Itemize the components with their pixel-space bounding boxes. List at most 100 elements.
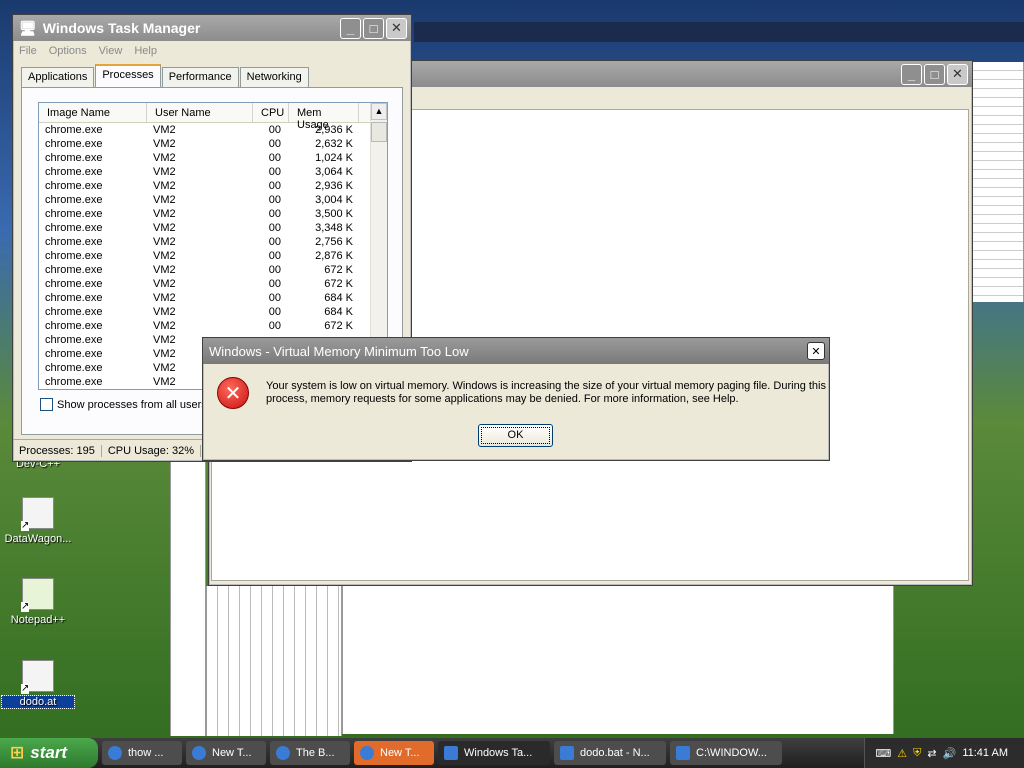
network-icon[interactable]: ⇄ — [927, 747, 936, 760]
close-button[interactable]: ✕ — [947, 63, 968, 85]
error-dialog[interactable]: Windows - Virtual Memory Minimum Too Low… — [202, 337, 830, 461]
mem-usage-cell: 672 K — [324, 278, 353, 290]
background-window-strip — [206, 586, 342, 736]
background-window-strip — [170, 440, 206, 736]
desktop-icon-label: Notepad++ — [10, 614, 66, 626]
table-row[interactable]: chrome.exe VM2 00 684 K — [39, 291, 387, 305]
error-icon: ✕ — [217, 377, 249, 409]
process-name-cell: chrome.exe — [45, 362, 103, 374]
user-name-cell: VM2 — [153, 236, 176, 248]
shield-icon[interactable]: ⛨ — [913, 747, 921, 760]
user-name-cell: VM2 — [153, 124, 176, 136]
mem-usage-cell: 2,756 K — [315, 236, 353, 248]
minimize-button[interactable]: _ — [901, 63, 922, 85]
task-label: C:\WINDOW... — [696, 747, 767, 759]
maximize-button[interactable]: □ — [924, 63, 945, 85]
desktop-icon-datawagon[interactable]: DataWagon... — [2, 497, 74, 545]
column-cpu[interactable]: CPU — [253, 103, 289, 122]
ok-button[interactable]: OK — [478, 424, 553, 447]
cpu-cell: 00 — [268, 152, 281, 164]
table-row[interactable]: chrome.exe VM2 00 1,024 K — [39, 151, 387, 165]
show-all-processes-option[interactable]: Show processes from all users — [40, 398, 207, 411]
dialog-title: Windows - Virtual Memory Minimum Too Low — [209, 343, 469, 359]
task-label: thow ... — [128, 747, 164, 759]
taskbar-task-button[interactable]: New T... — [186, 741, 266, 765]
desktop-icon-dodo[interactable]: dodo.at — [1, 660, 75, 709]
cpu-cell: 00 — [268, 208, 281, 220]
taskbar-task-button[interactable]: C:\WINDOW... — [670, 741, 782, 765]
tab-networking[interactable]: Networking — [239, 67, 309, 87]
user-name-cell: VM2 — [153, 152, 176, 164]
table-row[interactable]: chrome.exe VM2 00 3,348 K — [39, 221, 387, 235]
task-label: The B... — [296, 747, 335, 759]
cpu-cell: 00 — [268, 306, 281, 318]
taskbar-task-button[interactable]: New T... — [354, 741, 434, 765]
column-mem-usage[interactable]: Mem Usage — [289, 103, 359, 131]
scroll-up-arrow-icon[interactable]: ▲ — [371, 103, 387, 120]
dialog-title-bar[interactable]: Windows - Virtual Memory Minimum Too Low… — [203, 338, 829, 364]
desktop-icon-notepadpp[interactable]: Notepad++ — [2, 578, 74, 626]
cpu-cell: 00 — [268, 166, 281, 178]
process-name-cell: chrome.exe — [45, 278, 103, 290]
column-user-name[interactable]: User Name — [147, 103, 253, 122]
menu-view[interactable]: View — [99, 45, 123, 57]
warning-icon[interactable]: ⚠ — [897, 747, 907, 760]
cpu-cell: 00 — [268, 320, 281, 332]
close-button[interactable]: ✕ — [386, 17, 407, 39]
table-row[interactable]: chrome.exe VM2 00 672 K — [39, 319, 387, 333]
table-row[interactable]: chrome.exe VM2 00 2,632 K — [39, 137, 387, 151]
task-manager-icon — [444, 746, 458, 760]
cpu-cell: 00 — [268, 278, 281, 290]
table-row[interactable]: chrome.exe VM2 00 3,500 K — [39, 207, 387, 221]
keyboard-icon[interactable]: ⌨ — [875, 747, 891, 760]
table-row[interactable]: chrome.exe VM2 00 672 K — [39, 263, 387, 277]
shortcut-icon — [21, 497, 54, 531]
table-row[interactable]: chrome.exe VM2 00 2,936 K — [39, 123, 387, 137]
show-all-checkbox[interactable] — [40, 398, 53, 411]
start-label: start — [30, 743, 68, 762]
cpu-cell: 00 — [268, 194, 281, 206]
taskbar-task-button[interactable]: dodo.bat - N... — [554, 741, 666, 765]
task-label: dodo.bat - N... — [580, 747, 650, 759]
table-row[interactable]: chrome.exe VM2 00 2,756 K — [39, 235, 387, 249]
user-name-cell: VM2 — [153, 306, 176, 318]
maximize-button[interactable]: □ — [363, 17, 384, 39]
mem-usage-cell: 672 K — [324, 320, 353, 332]
table-row[interactable]: chrome.exe VM2 00 2,876 K — [39, 249, 387, 263]
user-name-cell: VM2 — [153, 208, 176, 220]
batch-file-icon — [21, 660, 54, 694]
menu-file[interactable]: File — [19, 45, 37, 57]
process-name-cell: chrome.exe — [45, 208, 103, 220]
volume-icon[interactable]: 🔊 — [943, 747, 957, 760]
taskbar-task-button[interactable]: thow ... — [102, 741, 182, 765]
tab-performance[interactable]: Performance — [161, 67, 239, 87]
table-row[interactable]: chrome.exe VM2 00 3,004 K — [39, 193, 387, 207]
table-row[interactable]: chrome.exe VM2 00 684 K — [39, 305, 387, 319]
title-bar[interactable]: 🖥 Windows Task Manager _ □ ✕ — [13, 15, 411, 41]
cpu-cell: 00 — [268, 292, 281, 304]
scroll-thumb[interactable] — [371, 122, 387, 142]
status-cpu-usage: CPU Usage: 32% — [102, 444, 202, 457]
tab-processes[interactable]: Processes — [95, 64, 161, 87]
user-name-cell: VM2 — [153, 264, 176, 276]
column-image-name[interactable]: Image Name — [39, 103, 147, 122]
menu-options[interactable]: Options — [49, 45, 87, 57]
mem-usage-cell: 2,876 K — [315, 250, 353, 262]
process-name-cell: chrome.exe — [45, 222, 103, 234]
chrome-icon — [360, 746, 374, 760]
task-label: Windows Ta... — [464, 747, 533, 759]
table-row[interactable]: chrome.exe VM2 00 672 K — [39, 277, 387, 291]
menu-help[interactable]: Help — [134, 45, 157, 57]
start-button[interactable]: ⊞ start — [0, 738, 98, 768]
dialog-close-button[interactable]: ✕ — [807, 342, 825, 360]
task-label: New T... — [212, 747, 252, 759]
table-row[interactable]: chrome.exe VM2 00 3,064 K — [39, 165, 387, 179]
taskbar-task-button[interactable]: Windows Ta... — [438, 741, 550, 765]
process-name-cell: chrome.exe — [45, 166, 103, 178]
console-icon — [676, 746, 690, 760]
tab-applications[interactable]: Applications — [21, 67, 95, 87]
minimize-button[interactable]: _ — [340, 17, 361, 39]
table-row[interactable]: chrome.exe VM2 00 2,936 K — [39, 179, 387, 193]
taskbar-task-button[interactable]: The B... — [270, 741, 350, 765]
windows-flag-icon: ⊞ — [10, 743, 25, 762]
